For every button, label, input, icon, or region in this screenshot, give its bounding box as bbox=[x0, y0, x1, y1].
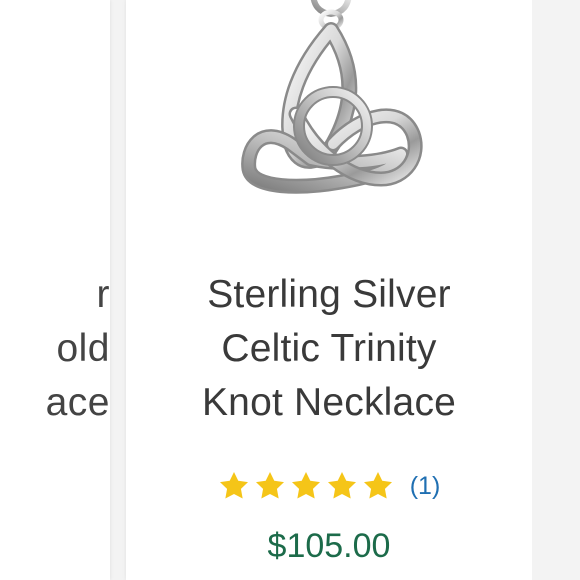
product-title-line: Knot Necklace bbox=[201, 381, 457, 424]
pendant-image[interactable] bbox=[221, 0, 441, 200]
trinity-knot-icon bbox=[241, 22, 423, 194]
star-icon bbox=[291, 472, 320, 499]
product-card[interactable]: Sterling Silver Celtic Trinity Knot Neck… bbox=[126, 0, 532, 580]
product-title-link[interactable]: Sterling Silver Celtic Trinity Knot Neck… bbox=[126, 268, 532, 430]
product-title-line: old bbox=[56, 327, 110, 370]
star-rating[interactable]: (1) bbox=[126, 470, 532, 502]
star-icon bbox=[219, 472, 248, 499]
product-title-line: Sterling Silver bbox=[207, 273, 451, 316]
product-title-line: Celtic Trinity bbox=[221, 327, 437, 370]
star-icon bbox=[327, 472, 356, 499]
product-card-partial-left[interactable]: r old ace bbox=[0, 0, 110, 580]
star-icon bbox=[255, 472, 284, 499]
product-price: $105.00 bbox=[267, 527, 391, 565]
product-title-line: r bbox=[96, 273, 110, 316]
star-icon bbox=[363, 472, 392, 499]
product-title-partial[interactable]: r old ace bbox=[0, 268, 110, 430]
product-title-line: ace bbox=[45, 381, 110, 424]
product-grid: r old ace Sterling Silver Celtic Trinity… bbox=[0, 0, 580, 580]
grid-gutter bbox=[532, 0, 580, 580]
review-count-link[interactable]: (1) bbox=[410, 470, 441, 502]
